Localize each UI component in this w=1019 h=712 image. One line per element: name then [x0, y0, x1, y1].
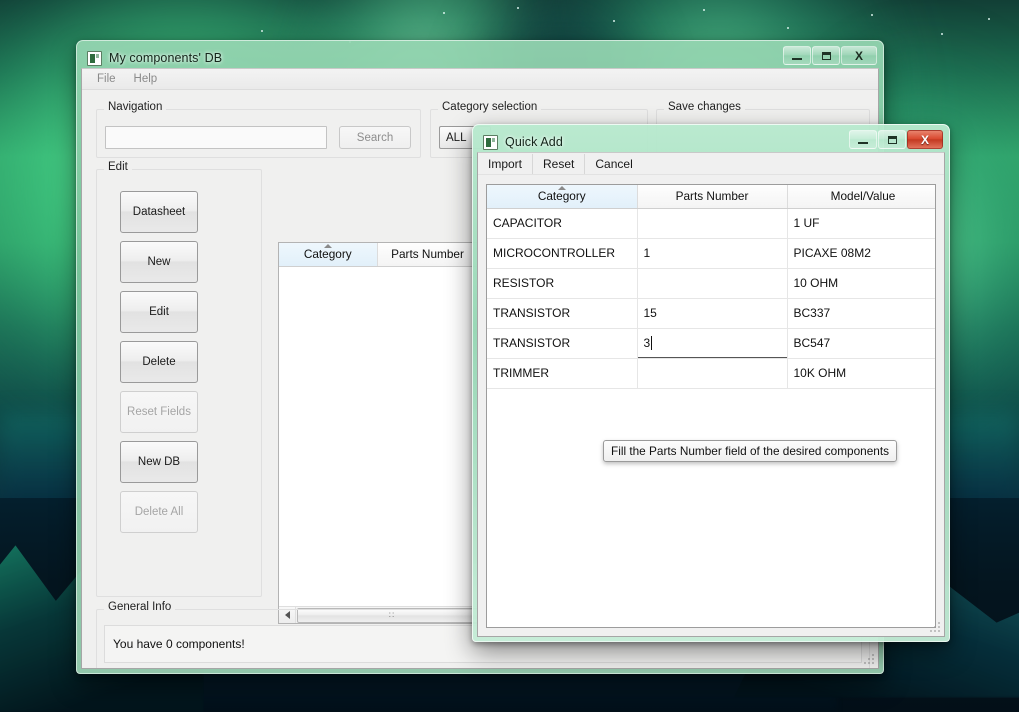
navigation-group-label: Navigation — [104, 101, 166, 113]
column-header-model-value[interactable]: Model/Value — [787, 185, 936, 208]
menu-import[interactable]: Import — [478, 154, 533, 174]
menu-help[interactable]: Help — [125, 71, 167, 87]
star — [703, 9, 705, 11]
delete-all-button: Delete All — [120, 491, 198, 533]
new-db-button[interactable]: New DB — [120, 441, 198, 483]
star — [988, 18, 990, 20]
table-header-row: Category Parts Number Model/Value — [487, 185, 936, 208]
sort-ascending-icon — [324, 244, 332, 248]
parts-number-cell-value: 3 — [644, 336, 651, 350]
edit-button[interactable]: Edit — [120, 291, 198, 333]
cell-parts-number[interactable]: 3 — [637, 328, 787, 358]
app-icon — [87, 51, 102, 66]
quick-add-menubar[interactable]: Import Reset Cancel — [478, 153, 944, 175]
column-header-category[interactable]: Category — [279, 243, 377, 266]
resize-grip[interactable] — [929, 621, 941, 633]
app-icon — [483, 135, 498, 150]
cell-parts-number[interactable]: 15 — [637, 298, 787, 328]
cell-parts-number[interactable] — [637, 268, 787, 298]
quick-add-window[interactable]: Quick Add X Import Reset Cancel — [472, 124, 950, 642]
close-button[interactable]: X — [907, 130, 943, 149]
column-header-parts-number[interactable]: Parts Number — [377, 243, 478, 266]
quick-add-table-grid: Category Parts Number Model/Value CAPACI… — [487, 185, 936, 389]
cell-model-value[interactable]: 10K OHM — [787, 358, 936, 388]
edit-group: Edit Datasheet New Edit Delete Reset Fie… — [96, 169, 262, 597]
cell-category[interactable]: CAPACITOR — [487, 208, 637, 238]
quick-add-client-area: Import Reset Cancel Category Parts Numbe… — [477, 152, 945, 637]
cell-category[interactable]: TRANSISTOR — [487, 328, 637, 358]
delete-button[interactable]: Delete — [120, 341, 198, 383]
reset-fields-button: Reset Fields — [120, 391, 198, 433]
datasheet-button[interactable]: Datasheet — [120, 191, 198, 233]
minimize-button[interactable] — [849, 130, 877, 149]
cell-parts-number[interactable] — [637, 208, 787, 238]
star — [941, 33, 943, 35]
resize-grip[interactable] — [863, 653, 875, 665]
maximize-button[interactable] — [878, 130, 906, 149]
table-row[interactable]: TRANSISTOR15BC337 — [487, 298, 936, 328]
save-changes-group-label: Save changes — [664, 101, 745, 113]
cell-category[interactable]: TRANSISTOR — [487, 298, 637, 328]
search-button[interactable]: Search — [339, 126, 411, 149]
search-input[interactable] — [105, 126, 327, 149]
close-button[interactable]: X — [841, 46, 877, 65]
star — [787, 27, 789, 29]
column-header-category[interactable]: Category — [487, 185, 637, 208]
parts-number-tooltip: Fill the Parts Number field of the desir… — [603, 440, 897, 462]
table-row[interactable]: CAPACITOR 1 UF — [487, 208, 936, 238]
cell-model-value[interactable]: BC337 — [787, 298, 936, 328]
star — [443, 12, 445, 14]
cell-model-value[interactable]: PICAXE 08M2 — [787, 238, 936, 268]
star — [261, 30, 263, 32]
cell-category[interactable]: MICROCONTROLLER — [487, 238, 637, 268]
cell-model-value[interactable]: 1 UF — [787, 208, 936, 238]
main-menubar[interactable]: File Help — [82, 69, 878, 90]
cell-category[interactable]: RESISTOR — [487, 268, 637, 298]
parts-number-cell-editor[interactable]: 3 — [637, 328, 787, 358]
table-row[interactable]: RESISTOR 10 OHM — [487, 268, 936, 298]
table-row[interactable]: MICROCONTROLLER1PICAXE 08M2 — [487, 238, 936, 268]
cell-parts-number[interactable]: 1 — [637, 238, 787, 268]
menu-reset[interactable]: Reset — [533, 154, 585, 174]
sort-ascending-icon — [558, 186, 566, 190]
category-selection-group-label: Category selection — [438, 101, 541, 113]
cell-category[interactable]: TRIMMER — [487, 358, 637, 388]
quick-add-window-frame: Quick Add X Import Reset Cancel — [472, 124, 950, 642]
main-window-controls[interactable]: X — [782, 46, 877, 65]
category-combobox-value: ALL — [446, 132, 466, 144]
star — [517, 7, 519, 9]
quick-add-table[interactable]: Category Parts Number Model/Value CAPACI… — [486, 184, 936, 628]
column-header-parts-number[interactable]: Parts Number — [637, 185, 787, 208]
new-button[interactable]: New — [120, 241, 198, 283]
star — [613, 20, 615, 22]
menu-file[interactable]: File — [88, 71, 125, 87]
close-icon: X — [921, 134, 929, 146]
maximize-button[interactable] — [812, 46, 840, 65]
cell-parts-number[interactable] — [637, 358, 787, 388]
navigation-group: Navigation Search — [96, 109, 421, 158]
quick-add-window-title: Quick Add — [505, 135, 563, 149]
cell-model-value[interactable]: 10 OHM — [787, 268, 936, 298]
quick-add-table-body: CAPACITOR1 UFMICROCONTROLLER1PICAXE 08M2… — [487, 208, 936, 388]
text-caret — [651, 336, 652, 350]
star — [871, 14, 873, 16]
quick-add-window-controls[interactable]: X — [848, 130, 943, 149]
general-info-group-label: General Info — [104, 601, 175, 613]
table-row[interactable]: TRIMMER 10K OHM — [487, 358, 936, 388]
cell-model-value[interactable]: BC547 — [787, 328, 936, 358]
close-icon: X — [855, 50, 863, 62]
menu-cancel[interactable]: Cancel — [585, 154, 642, 174]
edit-group-label: Edit — [104, 161, 132, 173]
table-row[interactable]: TRANSISTOR 3 BC547 — [487, 328, 936, 358]
minimize-button[interactable] — [783, 46, 811, 65]
main-window-title: My components' DB — [109, 51, 222, 65]
